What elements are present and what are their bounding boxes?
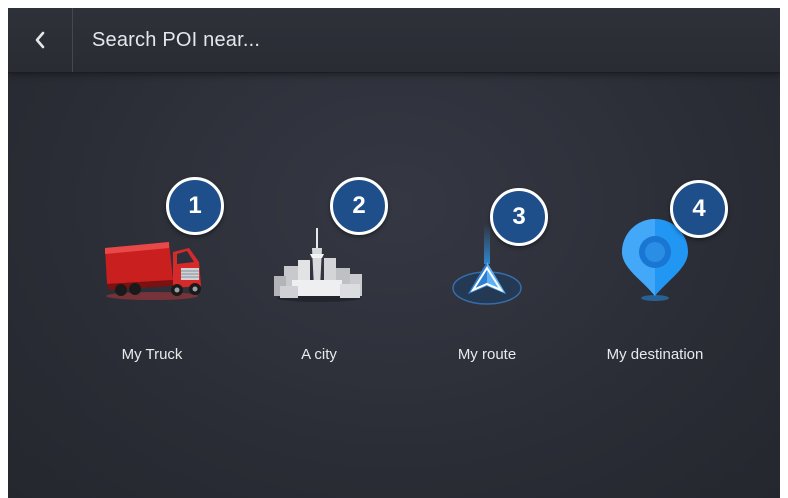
back-button[interactable] — [8, 8, 72, 72]
badge-1: 1 — [166, 177, 224, 235]
city-icon — [244, 218, 394, 318]
option-label: My destination — [606, 346, 704, 363]
option-my-route[interactable]: My route — [412, 218, 562, 378]
option-my-destination[interactable]: My destination — [580, 218, 730, 378]
badge-2: 2 — [330, 177, 388, 235]
top-bar: Search POI near... — [8, 8, 780, 73]
option-label: My route — [457, 346, 517, 363]
option-label: A city — [301, 346, 337, 363]
header-divider — [72, 8, 73, 72]
poi-search-screen: Search POI near... My Truck 1 A city 2 M… — [8, 8, 780, 498]
option-my-truck[interactable]: My Truck — [77, 218, 227, 378]
option-label: My Truck — [121, 346, 183, 363]
badge-4: 4 — [670, 180, 728, 238]
option-a-city[interactable]: A city — [244, 218, 394, 378]
page-title: Search POI near... — [92, 29, 261, 51]
badge-3: 3 — [490, 188, 548, 246]
chevron-left-icon — [35, 31, 45, 49]
